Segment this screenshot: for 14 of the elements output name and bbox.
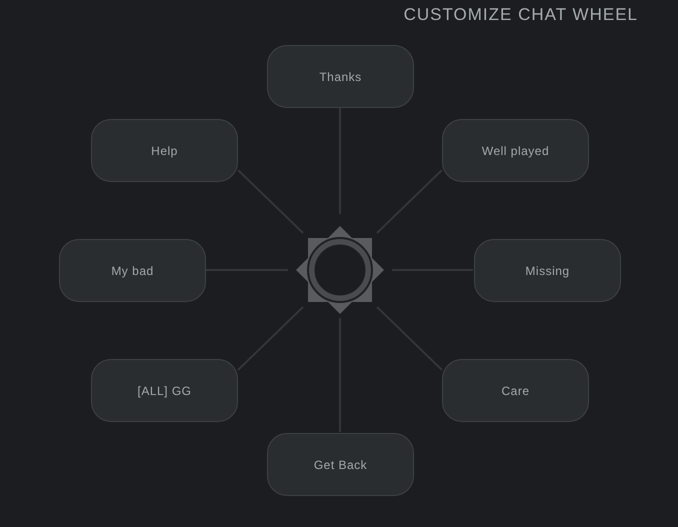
connector-line bbox=[237, 169, 304, 234]
wheel-hub-icon bbox=[296, 226, 384, 314]
phrase-button[interactable]: My bad bbox=[59, 239, 206, 302]
connector-line bbox=[376, 306, 443, 371]
phrase-button[interactable]: Help bbox=[91, 119, 238, 182]
phrase-button[interactable]: Get Back bbox=[267, 433, 414, 496]
window-title: CUSTOMIZE CHAT WHEEL bbox=[404, 4, 638, 26]
connector-line bbox=[376, 169, 443, 234]
phrase-button[interactable]: Care bbox=[442, 359, 589, 422]
phrase-button[interactable]: Missing bbox=[474, 239, 621, 302]
phrase-button[interactable]: Well played bbox=[442, 119, 589, 182]
phrase-button[interactable]: [ALL] GG bbox=[91, 359, 238, 422]
connector-line bbox=[237, 306, 304, 371]
phrase-button[interactable]: Thanks bbox=[267, 45, 414, 108]
